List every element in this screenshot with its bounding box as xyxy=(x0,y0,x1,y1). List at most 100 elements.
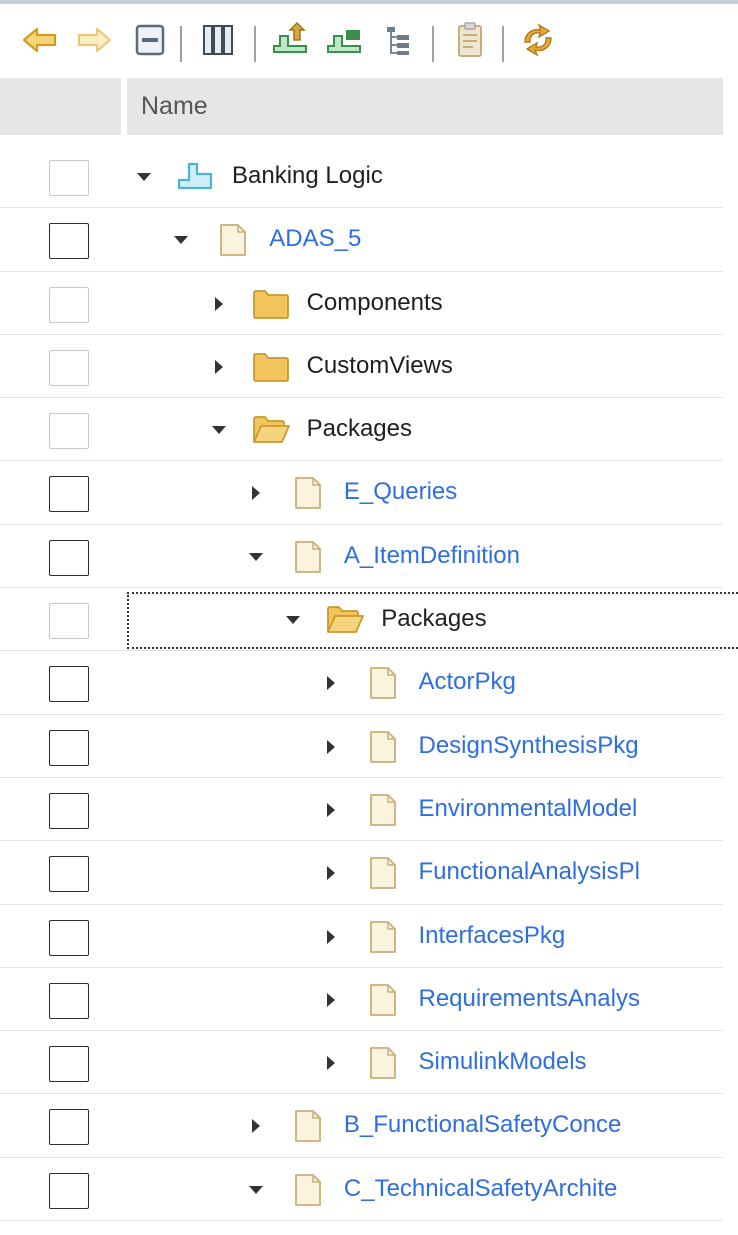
expanded-caret-icon[interactable] xyxy=(285,612,301,628)
toolbar-separator xyxy=(502,26,504,62)
tree-row[interactable]: InterfacesPkg xyxy=(0,905,738,969)
refresh-icon[interactable] xyxy=(516,18,560,62)
tree-row-label: CustomViews xyxy=(306,351,453,379)
tree-row[interactable]: ADAS_5 xyxy=(0,208,738,272)
folder-icon xyxy=(251,287,291,321)
tree-row[interactable]: EnvironmentalModel xyxy=(0,778,738,842)
row-checkbox[interactable] xyxy=(49,539,89,576)
row-checkbox[interactable] xyxy=(49,919,89,956)
tree-row-label[interactable]: SimulinkModels xyxy=(419,1048,587,1076)
toolbar-separator xyxy=(254,26,256,62)
tree-row[interactable]: ActorPkg xyxy=(0,651,738,715)
package-icon xyxy=(363,920,403,954)
tree-row-label[interactable]: B_FunctionalSafetyConce xyxy=(344,1111,622,1139)
tree-row[interactable]: Components xyxy=(0,272,738,336)
row-checkbox[interactable] xyxy=(49,1046,89,1083)
row-checkbox xyxy=(49,160,89,196)
tree-table: Banking Logic ADAS_5 Components CustomViews… xyxy=(0,145,738,1222)
tree-row-label: Packages xyxy=(381,605,487,633)
forward-icon[interactable] xyxy=(72,18,116,62)
package-icon xyxy=(288,540,328,574)
package-icon xyxy=(213,223,253,257)
expanded-caret-icon[interactable] xyxy=(248,1182,264,1198)
tree-row-label[interactable]: ActorPkg xyxy=(419,668,516,696)
collapsed-caret-icon[interactable] xyxy=(323,675,339,691)
row-checkbox[interactable] xyxy=(49,792,89,829)
collapse-all-icon[interactable] xyxy=(128,18,172,62)
component-icon xyxy=(176,160,216,194)
toolbar-separator xyxy=(180,26,182,62)
open-folder-icon xyxy=(251,413,291,447)
tree-row[interactable]: B_FunctionalSafetyConce xyxy=(0,1094,738,1159)
row-checkbox[interactable] xyxy=(49,1109,89,1146)
tree-row-label[interactable]: DesignSynthesisPkg xyxy=(419,732,639,760)
columns-icon[interactable] xyxy=(196,18,240,62)
collapsed-caret-icon[interactable] xyxy=(211,359,227,375)
back-icon[interactable] xyxy=(18,18,62,62)
row-checkbox[interactable] xyxy=(49,223,89,260)
tree-row-label[interactable]: InterfacesPkg xyxy=(419,922,566,950)
tree-row-label[interactable]: C_TechnicalSafetyArchite xyxy=(344,1175,617,1203)
tree-row-label[interactable]: RequirementsAnalys xyxy=(419,985,640,1013)
row-checkbox[interactable] xyxy=(49,1172,89,1209)
tree-row[interactable]: DesignSynthesisPkg xyxy=(0,715,738,779)
row-checkbox xyxy=(49,286,89,323)
row-checkbox[interactable] xyxy=(49,729,89,766)
tree-row[interactable]: CustomViews xyxy=(0,335,738,399)
add-item-down-icon[interactable] xyxy=(322,18,366,62)
collapsed-caret-icon[interactable] xyxy=(323,739,339,755)
package-icon xyxy=(288,1173,328,1207)
tree-row-label[interactable]: ADAS_5 xyxy=(269,225,361,253)
tree-row[interactable]: Banking Logic xyxy=(0,145,738,209)
add-item-up-icon[interactable] xyxy=(268,18,312,62)
collapsed-caret-icon[interactable] xyxy=(323,1055,339,1071)
package-icon xyxy=(288,476,328,510)
collapsed-caret-icon[interactable] xyxy=(323,865,339,881)
tree-row-label[interactable]: E_Queries xyxy=(344,478,457,506)
expanded-caret-icon[interactable] xyxy=(173,232,189,248)
tree-row-label[interactable]: EnvironmentalModel xyxy=(419,795,638,823)
tree-row-label: Packages xyxy=(306,415,412,443)
tree-row[interactable]: SimulinkModels xyxy=(0,1031,738,1095)
table-header: Name xyxy=(0,78,723,135)
row-checkbox[interactable] xyxy=(49,476,89,513)
name-column-header[interactable] xyxy=(127,78,723,135)
expanded-caret-icon[interactable] xyxy=(248,549,264,565)
open-folder-icon xyxy=(325,603,365,637)
name-column-label: Name xyxy=(141,92,208,120)
tree-row[interactable]: A_ItemDefinition xyxy=(0,525,738,589)
package-icon xyxy=(363,1046,403,1080)
tree-row-label[interactable]: FunctionalAnalysisPl xyxy=(419,858,640,886)
collapsed-caret-icon[interactable] xyxy=(211,296,227,312)
tree-row[interactable]: Packages xyxy=(0,398,738,462)
collapsed-caret-icon[interactable] xyxy=(248,485,264,501)
tree-row[interactable]: E_Queries xyxy=(0,461,738,526)
row-checkbox[interactable] xyxy=(49,856,89,893)
collapsed-caret-icon[interactable] xyxy=(248,1118,264,1134)
folder-icon xyxy=(251,350,291,384)
package-icon xyxy=(363,856,403,890)
tree-row-label: Banking Logic xyxy=(232,162,383,189)
row-checkbox[interactable] xyxy=(49,982,89,1019)
tree-row[interactable]: RequirementsAnalys xyxy=(0,968,738,1032)
tree-row[interactable]: FunctionalAnalysisPl xyxy=(0,841,738,905)
tree-row[interactable]: Packages xyxy=(0,588,738,652)
expanded-caret-icon[interactable] xyxy=(136,169,152,185)
row-checkbox xyxy=(49,349,89,386)
row-checkbox xyxy=(49,603,89,640)
collapsed-caret-icon[interactable] xyxy=(323,929,339,945)
tree-row-label: Components xyxy=(306,288,443,316)
clipboard-icon[interactable] xyxy=(448,18,492,62)
row-checkbox[interactable] xyxy=(49,666,89,703)
package-icon xyxy=(363,793,403,827)
collapsed-caret-icon[interactable] xyxy=(323,802,339,818)
collapsed-caret-icon[interactable] xyxy=(323,992,339,1008)
package-icon xyxy=(363,666,403,700)
tree-row-label[interactable]: A_ItemDefinition xyxy=(344,542,520,570)
tree-row[interactable]: C_TechnicalSafetyArchite xyxy=(0,1158,738,1222)
package-icon xyxy=(288,1109,328,1143)
row-checkbox xyxy=(49,413,89,450)
package-icon xyxy=(363,730,403,764)
hierarchy-icon[interactable] xyxy=(376,18,420,62)
expanded-caret-icon[interactable] xyxy=(211,422,227,438)
